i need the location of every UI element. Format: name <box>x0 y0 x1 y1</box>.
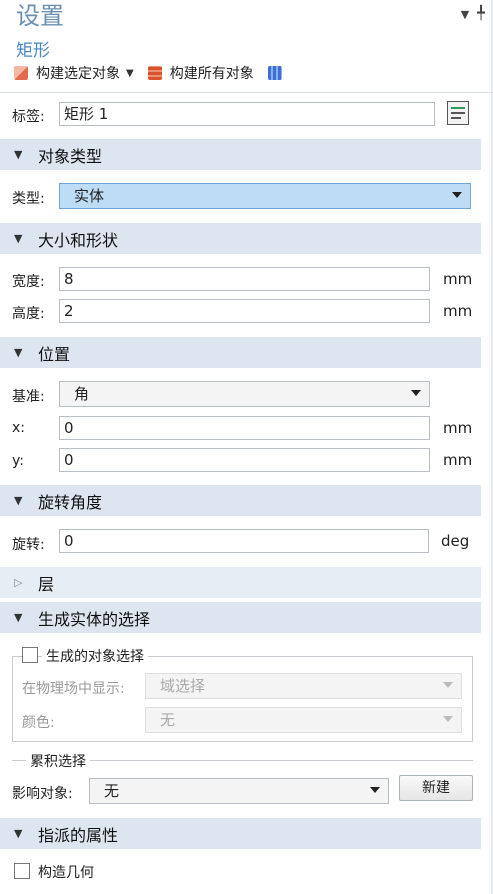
divider <box>0 92 493 93</box>
chevron-down-icon <box>443 716 453 722</box>
section-title: 位置 <box>38 344 71 364</box>
section-title: 指派的属性 <box>38 825 119 845</box>
y-label: y: <box>12 453 24 469</box>
color-select[interactable]: 无 <box>145 707 462 733</box>
title-controls: ▼ ╇ <box>461 7 485 21</box>
base-select[interactable]: 角 <box>59 381 430 407</box>
affect-label: 影响对象: <box>12 786 73 802</box>
type-select-value: 实体 <box>74 187 105 205</box>
base-select-value: 角 <box>74 385 90 403</box>
chevron-down-icon <box>370 787 380 793</box>
height-unit: mm <box>443 302 473 320</box>
affect-select[interactable]: 无 <box>89 778 389 804</box>
label-caption: 标签: <box>12 109 45 125</box>
y-input[interactable]: 0 <box>59 448 430 472</box>
width-input[interactable]: 8 <box>59 267 430 291</box>
collapse-triangle-icon: ▼ <box>14 494 23 507</box>
collapse-triangle-icon: ▼ <box>14 827 23 840</box>
x-label: x: <box>12 420 26 436</box>
construct-geometry-label: 构造几何 <box>38 865 94 881</box>
chevron-down-icon <box>443 682 453 688</box>
dropdown-menu-icon[interactable]: ▼ <box>461 8 469 21</box>
toolbar: 构建选定对象 ▼ 构建所有对象 <box>14 62 304 84</box>
construct-geometry-checkbox[interactable] <box>14 863 30 879</box>
section-title: 生成实体的选择 <box>38 609 151 629</box>
section-layers[interactable]: ▷ 层 <box>0 567 481 598</box>
section-object-type[interactable]: ▼ 对象类型 <box>0 139 481 170</box>
label-input[interactable]: 矩形 1 <box>59 102 435 126</box>
rotation-unit: deg <box>441 532 470 550</box>
type-label: 类型: <box>12 191 45 207</box>
section-size-shape[interactable]: ▼ 大小和形状 <box>0 223 481 254</box>
build-selected-button[interactable]: 构建选定对象 ▼ <box>14 63 134 83</box>
height-label: 高度: <box>12 306 45 322</box>
color-select-value: 无 <box>160 711 176 729</box>
build-all-icon <box>147 66 162 80</box>
affect-select-value: 无 <box>104 782 120 800</box>
section-assigned-properties[interactable]: ▼ 指派的属性 <box>0 818 481 849</box>
height-input[interactable]: 2 <box>59 299 430 323</box>
show-in-physics-label: 在物理场中显示: <box>22 681 125 697</box>
chevron-down-icon[interactable]: ▼ <box>126 68 134 79</box>
width-label: 宽度: <box>12 274 45 290</box>
pin-icon[interactable]: ╇ <box>477 7 485 21</box>
view-grid-button[interactable] <box>267 66 290 80</box>
new-button[interactable]: 新建 <box>399 775 473 801</box>
collapse-triangle-icon: ▼ <box>14 611 23 624</box>
section-rotation[interactable]: ▼ 旋转角度 <box>0 485 481 516</box>
collapse-triangle-icon: ▼ <box>14 148 23 161</box>
type-select[interactable]: 实体 <box>59 183 471 209</box>
build-selected-label: 构建选定对象 <box>36 66 120 82</box>
rotation-input[interactable]: 0 <box>59 529 429 553</box>
cumulative-selection-title: 累积选择 <box>26 751 90 771</box>
generated-selection-label: 生成的对象选择 <box>42 646 148 666</box>
section-title: 层 <box>38 574 55 594</box>
generated-selection-checkbox[interactable] <box>22 647 38 663</box>
section-title: 旋转角度 <box>38 492 103 512</box>
collapse-triangle-icon: ▼ <box>14 346 23 359</box>
x-unit: mm <box>443 419 473 437</box>
grid-icon <box>267 66 282 80</box>
edit-label-icon[interactable] <box>447 101 469 125</box>
base-label: 基准: <box>12 389 45 405</box>
rotation-label: 旋转: <box>12 537 45 553</box>
node-subtitle: 矩形 <box>16 41 50 61</box>
y-unit: mm <box>443 451 473 469</box>
width-unit: mm <box>443 270 473 288</box>
color-label: 颜色: <box>22 715 55 731</box>
section-position[interactable]: ▼ 位置 <box>0 337 481 368</box>
show-in-physics-select[interactable]: 域选择 <box>145 673 462 699</box>
build-selected-icon <box>14 66 28 80</box>
panel-title: 设置 <box>16 2 64 30</box>
section-title: 对象类型 <box>38 146 103 166</box>
section-title: 大小和形状 <box>38 230 119 250</box>
chevron-down-icon <box>411 390 421 396</box>
collapse-triangle-icon: ▼ <box>14 232 23 245</box>
build-all-label: 构建所有对象 <box>169 66 254 82</box>
expand-triangle-icon: ▷ <box>14 576 23 589</box>
x-input[interactable]: 0 <box>59 416 430 440</box>
show-in-physics-value: 域选择 <box>160 677 206 695</box>
section-selection[interactable]: ▼ 生成实体的选择 <box>0 602 481 633</box>
chevron-down-icon <box>452 192 462 198</box>
build-all-button[interactable]: 构建所有对象 <box>147 63 254 83</box>
